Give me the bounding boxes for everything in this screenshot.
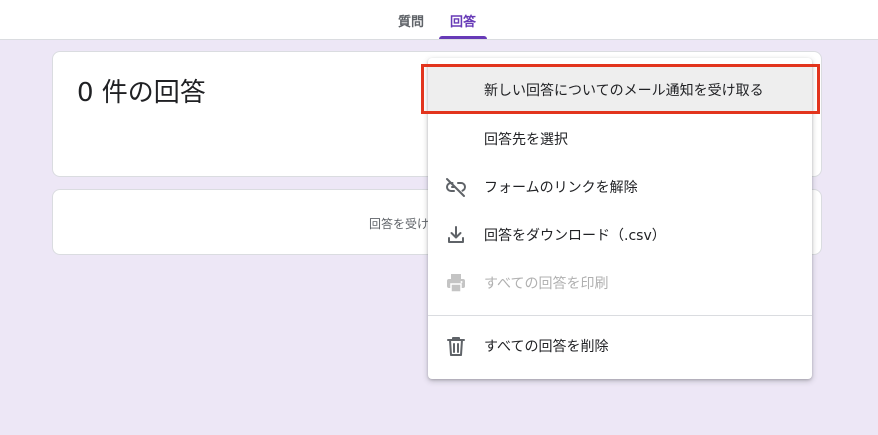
menu-item-print-all: すべての回答を印刷 [428,259,812,307]
responses-more-menu: 新しい回答についてのメール通知を受け取る 回答先を選択 フォームのリンクを解除 … [428,58,812,379]
menu-item-select-destination[interactable]: 回答先を選択 [428,115,812,163]
menu-item-label: すべての回答を削除 [484,339,609,355]
download-icon [444,223,468,247]
trash-icon [444,334,468,358]
print-icon [444,271,468,295]
responses-count-title: 0 件の回答 [77,78,206,108]
menu-item-label: 新しい回答についてのメール通知を受け取る [484,83,764,99]
tab-questions[interactable]: 質問 [390,0,432,40]
menu-item-label: フォームのリンクを解除 [484,180,638,196]
menu-divider [428,315,812,316]
menu-item-delete-all[interactable]: すべての回答を削除 [428,322,812,370]
top-bar: 質問 回答 [0,0,878,40]
menu-item-label: 回答をダウンロード（.csv） [484,228,666,244]
active-tab-indicator [439,36,487,39]
tab-responses[interactable]: 回答 [439,0,487,40]
accepting-responses-label: 回答を受け [369,217,430,231]
menu-item-download-csv[interactable]: 回答をダウンロード（.csv） [428,211,812,259]
link-off-icon [444,175,468,199]
menu-item-label: すべての回答を印刷 [484,276,609,292]
menu-item-unlink-form[interactable]: フォームのリンクを解除 [428,163,812,211]
menu-item-label: 回答先を選択 [484,132,568,148]
menu-item-email-notifications[interactable]: 新しい回答についてのメール通知を受け取る [428,66,812,114]
